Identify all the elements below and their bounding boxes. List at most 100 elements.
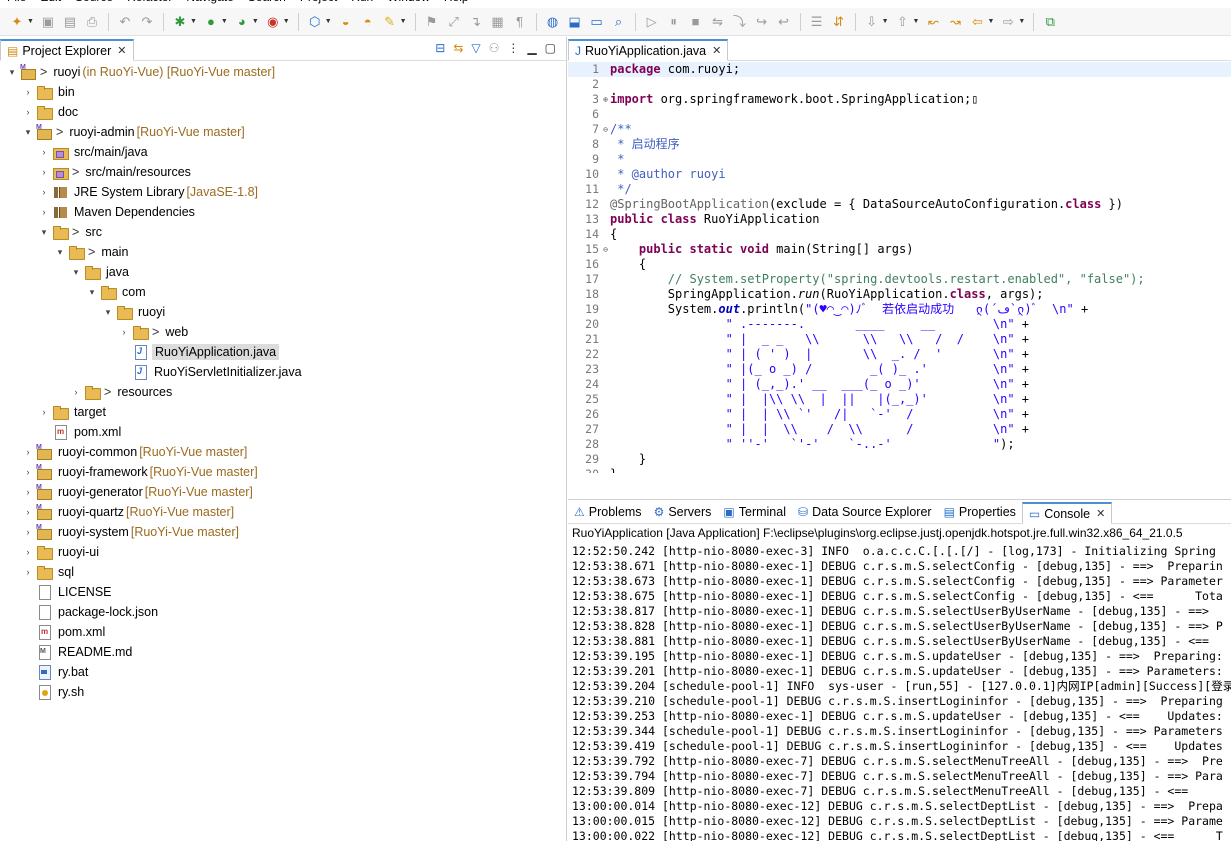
tree-item[interactable]: package-lock.json (0, 602, 566, 622)
console-icon[interactable]: ▭ (588, 13, 606, 31)
menu-item-project[interactable]: Project (293, 0, 344, 4)
find-icon[interactable]: ⌕ (610, 13, 628, 31)
undo-icon[interactable]: ↶ (116, 13, 134, 31)
maximize-icon[interactable]: ▢ (545, 41, 556, 55)
minimize-icon[interactable]: ▁ (527, 41, 536, 55)
tree-item[interactable]: LICENSE (0, 582, 566, 602)
tree-item[interactable]: ry.bat (0, 662, 566, 682)
tree-item[interactable]: pom.xml (0, 622, 566, 642)
tree-item[interactable]: › JRE System Library [JavaSE-1.8] (0, 182, 566, 202)
tree-item[interactable]: pom.xml (0, 422, 566, 442)
forward-icon[interactable]: ⇨ (999, 13, 1017, 31)
toggle-breadcrumb-icon[interactable]: ⤢ (445, 13, 463, 31)
go-to-icon[interactable]: ↝ (946, 13, 964, 31)
dropdown-arrow-icon[interactable]: ▼ (190, 18, 197, 25)
word-wrap-icon[interactable]: ↴ (467, 13, 485, 31)
code-area[interactable]: 1 package com.ruoyi; 2 3 ⊕ import org.springf… (568, 62, 1231, 473)
menu-item-search[interactable]: Search (241, 0, 293, 4)
expanded-arrow-icon[interactable]: ▾ (70, 267, 82, 278)
tree-item[interactable]: ry.sh (0, 682, 566, 702)
new-icon[interactable]: ✦ (8, 13, 26, 31)
tree-item[interactable]: › src/main/java (0, 142, 566, 162)
close-icon[interactable]: ✕ (712, 44, 721, 57)
view-menu-icon[interactable]: ⋮ (507, 41, 519, 55)
tree-item[interactable]: › ruoyi-ui (0, 542, 566, 562)
debug-icon[interactable]: ✱ (171, 13, 189, 31)
collapsed-arrow-icon[interactable]: › (118, 327, 130, 337)
tree-item[interactable]: ▾ > ruoyi (in RuoYi-Vue) [RuoYi-Vue maste… (0, 62, 566, 82)
tab-servers[interactable]: ⚙ Servers (648, 501, 718, 523)
tree-item[interactable]: › ruoyi-system [RuoYi-Vue master] (0, 522, 566, 542)
collapsed-arrow-icon[interactable]: › (22, 467, 34, 477)
back-icon[interactable]: ⇦ (968, 13, 986, 31)
tab-project-explorer[interactable]: ▤ Project Explorer ✕ (0, 39, 134, 61)
edit-config-icon[interactable]: ⬓ (566, 13, 584, 31)
menu-item-navigate[interactable]: Navigate (179, 0, 240, 4)
tree-item[interactable]: ▾ java (0, 262, 566, 282)
menu-item-run[interactable]: Run (344, 0, 380, 4)
tree-item[interactable]: › doc (0, 102, 566, 122)
dropdown-arrow-icon[interactable]: ▼ (221, 18, 228, 25)
menu-item-window[interactable]: Window (380, 0, 437, 4)
tab-problems[interactable]: ⚠ Problems (568, 501, 648, 523)
dropdown-arrow-icon[interactable]: ▼ (882, 18, 889, 25)
open-task-icon[interactable]: ◓ (359, 13, 377, 31)
tab-properties[interactable]: ▤ Properties (938, 501, 1022, 523)
save-all-icon[interactable]: ▤ (61, 13, 79, 31)
menu-item-file[interactable]: File (0, 0, 33, 4)
expanded-arrow-icon[interactable]: ▾ (38, 227, 50, 238)
external-tools-icon[interactable]: ◉ (264, 13, 282, 31)
expanded-arrow-icon[interactable]: ▾ (54, 247, 66, 258)
web-browser-icon[interactable]: ◍ (544, 13, 562, 31)
redo-icon[interactable]: ↷ (138, 13, 156, 31)
dropdown-arrow-icon[interactable]: ▼ (283, 18, 290, 25)
console-output[interactable]: 12:52:50.242 [http-nio-8080-exec-3] INFO… (572, 544, 1231, 841)
filter-icon[interactable]: ▽ (471, 41, 480, 55)
expanded-arrow-icon[interactable]: ▾ (102, 307, 114, 318)
tree-item[interactable]: › bin (0, 82, 566, 102)
collapse-fold-icon[interactable]: ⊖ (603, 242, 608, 257)
open-type-icon[interactable]: ◒ (337, 13, 355, 31)
dropdown-arrow-icon[interactable]: ▼ (987, 18, 994, 25)
link-with-editor-icon[interactable]: ⇆ (453, 41, 463, 55)
search-tool-icon[interactable]: ✎ (381, 13, 399, 31)
collapsed-arrow-icon[interactable]: › (22, 547, 34, 557)
tab-data-source-explorer[interactable]: ⛁ Data Source Explorer (792, 501, 938, 523)
tree-item[interactable]: › > src/main/resources (0, 162, 566, 182)
close-icon[interactable]: ✕ (117, 44, 126, 57)
tree-item[interactable]: RuoYiServletInitializer.java (0, 362, 566, 382)
menu-item-source[interactable]: Source (68, 0, 120, 4)
tab-console[interactable]: ▭ Console ✕ (1021, 502, 1113, 524)
collapsed-arrow-icon[interactable]: › (38, 207, 50, 217)
tab-terminal[interactable]: ▣ Terminal (717, 501, 792, 523)
expanded-arrow-icon[interactable]: ▾ (6, 67, 18, 78)
tree-item[interactable]: ▾ > main (0, 242, 566, 262)
tree-item[interactable]: ▾ com (0, 282, 566, 302)
collapsed-arrow-icon[interactable]: › (22, 527, 34, 537)
menu-item-help[interactable]: Help (437, 0, 476, 4)
tree-item[interactable]: README.md (0, 642, 566, 662)
tree-item[interactable]: › ruoyi-common [RuoYi-Vue master] (0, 442, 566, 462)
tab-ruoyi-application[interactable]: J RuoYiApplication.java ✕ (568, 39, 729, 61)
mark-occurrences-icon[interactable]: ⚑ (423, 13, 441, 31)
tree-item[interactable]: › Maven Dependencies (0, 202, 566, 222)
expanded-arrow-icon[interactable]: ▾ (86, 287, 98, 298)
collapsed-arrow-icon[interactable]: › (22, 87, 34, 97)
run-icon[interactable]: ● (202, 13, 220, 31)
tree-item[interactable]: › > web (0, 322, 566, 342)
tree-item[interactable]: ▾ ruoyi (0, 302, 566, 322)
new-server-icon[interactable]: ⬡ (306, 13, 324, 31)
tree-item[interactable]: › > resources (0, 382, 566, 402)
collapsed-arrow-icon[interactable]: › (38, 147, 50, 157)
tree-item[interactable]: ▾ > ruoyi-admin [RuoYi-Vue master] (0, 122, 566, 142)
coverage-icon[interactable]: ◕ (233, 13, 251, 31)
expanded-arrow-icon[interactable]: ▾ (22, 127, 34, 138)
collapsed-arrow-icon[interactable]: › (38, 167, 50, 177)
resume-icon[interactable]: ▷ (643, 13, 661, 31)
dropdown-arrow-icon[interactable]: ▼ (400, 18, 407, 25)
close-icon[interactable]: ✕ (1096, 507, 1105, 520)
dropdown-arrow-icon[interactable]: ▼ (325, 18, 332, 25)
expand-fold-icon[interactable]: ⊕ (603, 92, 608, 107)
print-icon[interactable]: ⎙ (83, 13, 101, 31)
block-selection-icon[interactable]: ▦ (489, 13, 507, 31)
